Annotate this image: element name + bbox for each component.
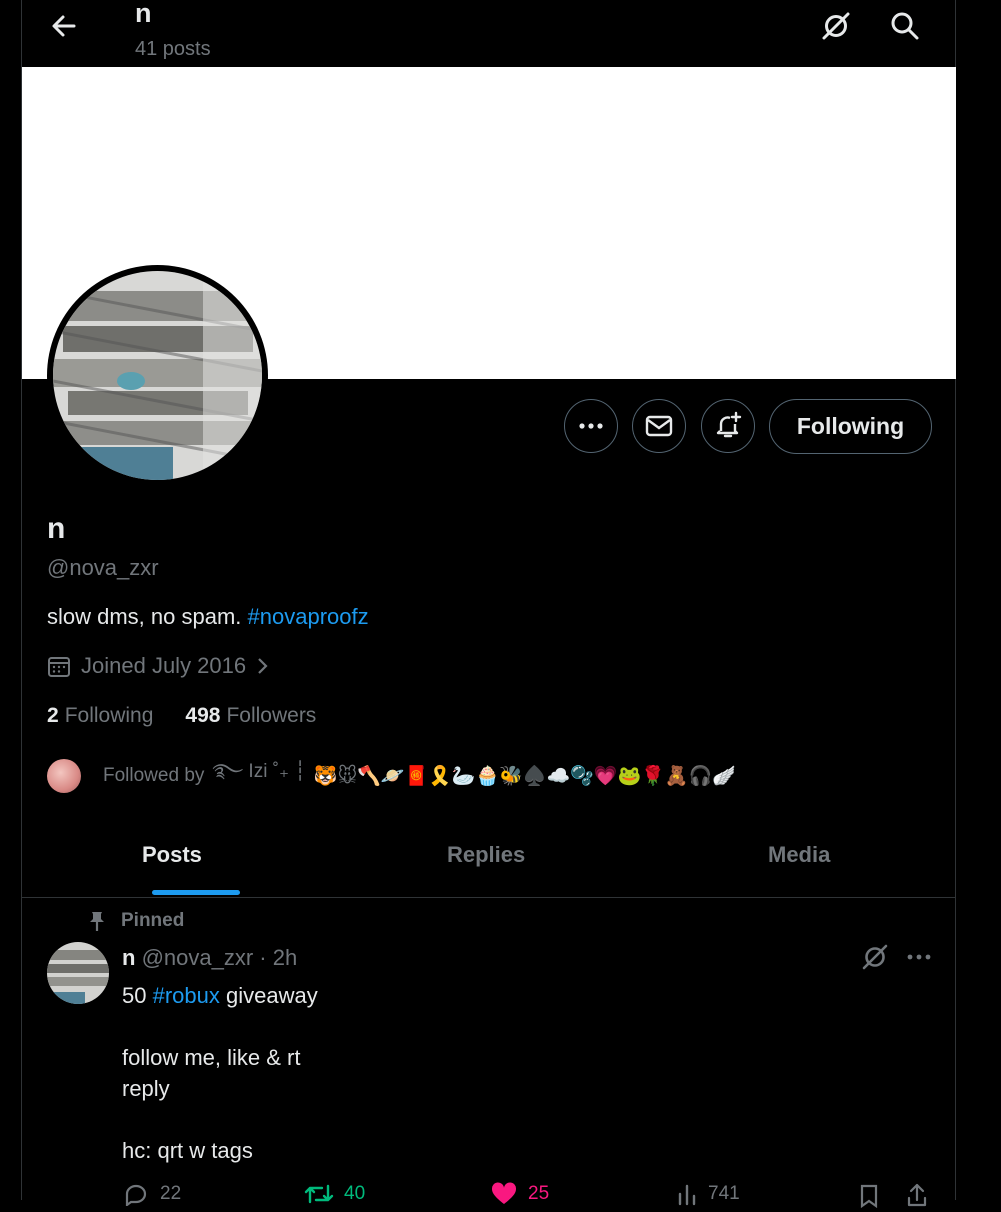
chevron-right-icon xyxy=(258,658,268,674)
post-author-handle[interactable]: @nova_zxr xyxy=(142,945,254,970)
views-icon xyxy=(678,1184,696,1206)
envelope-icon xyxy=(645,415,673,437)
views-button[interactable]: 741 xyxy=(676,1182,740,1206)
followed-by[interactable]: Followed by ࿐ Izi ˚₊ ┆ 🐯🐭🪓🪐🧧🎗️🦢🧁🐝♠️☁️🫧💗🐸… xyxy=(47,749,736,803)
post-metrics: 22 40 25 741 xyxy=(0,1182,1001,1212)
message-button[interactable] xyxy=(632,399,686,453)
post-more-icon[interactable] xyxy=(902,940,936,974)
post-header: n @nova_zxr · 2h xyxy=(122,945,297,971)
profile-avatar[interactable] xyxy=(47,265,268,486)
profile-bio: slow dms, no spam. #novaproofz xyxy=(47,604,369,630)
more-options-button[interactable] xyxy=(564,399,618,453)
tab-posts[interactable]: Posts xyxy=(142,842,202,868)
back-arrow-icon[interactable] xyxy=(48,10,80,42)
active-tab-indicator xyxy=(152,890,240,895)
repost-button[interactable]: 40 xyxy=(304,1182,365,1206)
joined-date[interactable]: Joined July 2016 xyxy=(47,653,270,679)
bookmark-icon xyxy=(860,1184,878,1208)
header-post-count: 41 posts xyxy=(135,38,211,60)
display-name: n xyxy=(47,512,66,545)
share-button[interactable] xyxy=(906,1182,928,1208)
bio-hashtag[interactable]: #novaproofz xyxy=(248,604,369,629)
search-icon[interactable] xyxy=(887,8,923,44)
reply-icon xyxy=(125,1184,147,1206)
more-dots-icon xyxy=(579,423,603,429)
calendar-icon xyxy=(48,657,70,677)
header-name: n xyxy=(135,0,152,28)
joined-text: Joined July 2016 xyxy=(81,653,247,678)
repost-icon xyxy=(304,1184,334,1204)
followers-link[interactable]: 498 Followers xyxy=(185,704,316,728)
bell-plus-icon xyxy=(716,411,742,438)
follower-avatar xyxy=(47,759,81,793)
reply-button[interactable]: 22 xyxy=(122,1182,181,1206)
bookmark-button[interactable] xyxy=(858,1182,880,1208)
follow-counts: 2 Following 498 Followers xyxy=(47,704,316,728)
post-hashtag[interactable]: #robux xyxy=(153,983,220,1008)
profile-handle: @nova_zxr xyxy=(47,555,159,580)
post-avatar[interactable] xyxy=(47,942,109,1004)
following-link[interactable]: 2 Following xyxy=(47,704,153,728)
tab-media[interactable]: Media xyxy=(768,842,830,868)
followed-by-name: ࿐ Izi ˚₊ ┆ xyxy=(212,761,306,782)
post-grok-icon[interactable] xyxy=(858,940,892,974)
like-button[interactable]: 25 xyxy=(490,1182,549,1206)
post-time[interactable]: · 2h xyxy=(253,945,297,970)
notifications-button[interactable] xyxy=(701,399,755,453)
pinned-label: Pinned xyxy=(87,910,184,932)
following-button[interactable]: Following xyxy=(769,399,932,454)
followed-by-emojis: 🐯🐭🪓🪐🧧🎗️🦢🧁🐝♠️☁️🫧💗🐸🌹🧸🎧🪽 xyxy=(313,766,736,787)
post-text: 50 #robux giveaway follow me, like & rt … xyxy=(122,983,318,1163)
followed-by-label: Followed by xyxy=(103,765,205,786)
heart-icon xyxy=(491,1182,517,1204)
profile-tabs: Posts Replies Media xyxy=(22,820,956,898)
tab-replies[interactable]: Replies xyxy=(447,842,525,868)
post-author-name[interactable]: n xyxy=(122,945,135,970)
grok-icon[interactable] xyxy=(818,8,854,44)
share-icon xyxy=(907,1183,927,1207)
bio-text: slow dms, no spam. xyxy=(47,604,248,629)
pin-icon xyxy=(90,912,104,931)
